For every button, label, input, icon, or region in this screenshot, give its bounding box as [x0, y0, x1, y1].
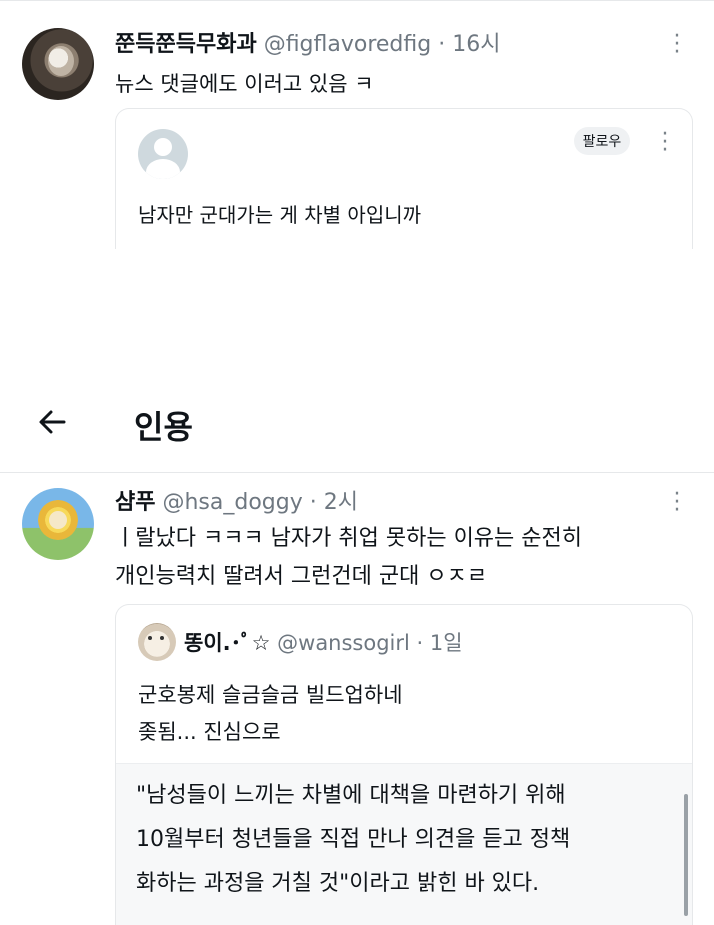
- user-handle[interactable]: @figflavoredfig: [264, 32, 432, 57]
- tweet-text: 뉴스 댓글에도 이러고 있음 ㅋ: [115, 72, 374, 96]
- more-vertical-icon[interactable]: · · ·: [672, 26, 682, 64]
- news-excerpt-image[interactable]: "남성들이 느끼는 차별에 대책을 마련하기 위해 10월부터 청년들을 직접 …: [116, 763, 692, 925]
- avatar[interactable]: [22, 488, 94, 560]
- avatar[interactable]: [22, 28, 94, 100]
- quoted-tweet-text: 군호봉제 슬금슬금 빌드업하네 좆됨... 진심으로: [138, 677, 403, 751]
- tweet-card[interactable]: 쭌득쭌득무화과 @figflavoredfig · 16시 · · · 뉴스 댓글에…: [0, 0, 714, 249]
- display-name[interactable]: 똥이.･ﾟ☆: [184, 631, 270, 655]
- scrollbar[interactable]: [684, 794, 688, 916]
- excerpt-line: 화하는 과정을 거칠 것"이라고 밝힌 바 있다.: [136, 871, 540, 896]
- default-avatar-icon[interactable]: [138, 129, 188, 179]
- more-vertical-icon[interactable]: · · ·: [672, 484, 682, 522]
- tweet-text-line: ㅣ랄났다 ㅋㅋㅋ 남자가 취업 못하는 이유는 순전히: [115, 526, 583, 551]
- quoted-tweet-header: 똥이.･ﾟ☆ @wanssogirl · 1일: [184, 627, 463, 657]
- separator: ·: [416, 631, 424, 655]
- separator: ·: [309, 490, 317, 515]
- timestamp[interactable]: 1일: [430, 631, 463, 655]
- header-divider: [0, 472, 714, 473]
- tweet-header: 샴푸 @hsa_doggy · 2시: [115, 484, 358, 516]
- page-title: 인용: [134, 408, 193, 446]
- quoted-text-line: 군호봉제 슬금슬금 빌드업하네: [138, 683, 403, 707]
- timestamp[interactable]: 16시: [452, 32, 500, 57]
- timestamp[interactable]: 2시: [324, 490, 358, 515]
- tweet-text-line: 개인능력치 딸려서 그런건데 군대 ㅇㅈㄹ: [115, 564, 488, 589]
- fade-overlay: [116, 225, 692, 249]
- embedded-tweet-text: 남자만 군대가는 게 차별 아입니까: [138, 203, 422, 227]
- user-handle[interactable]: @wanssogirl: [277, 631, 410, 655]
- user-handle[interactable]: @hsa_doggy: [162, 490, 302, 515]
- excerpt-line: 10월부터 청년들을 직접 만나 의견을 듣고 정책: [136, 827, 571, 852]
- tweet-header: 쭌득쭌득무화과 @figflavoredfig · 16시: [115, 26, 500, 58]
- tweet-text: ㅣ랄났다 ㅋㅋㅋ 남자가 취업 못하는 이유는 순전히 개인능력치 딸려서 그런…: [115, 520, 582, 596]
- display-name[interactable]: 샴푸: [115, 490, 155, 515]
- follow-button[interactable]: 팔로우: [574, 127, 630, 155]
- quoted-text-line: 좆됨... 진심으로: [138, 720, 281, 744]
- avatar[interactable]: [138, 623, 176, 661]
- display-name[interactable]: 쭌득쭌득무화과: [115, 32, 257, 57]
- dog-face-icon: [49, 511, 67, 529]
- more-vertical-icon[interactable]: · · ·: [660, 124, 670, 162]
- embedded-tweet-card[interactable]: 팔로우 · · · 남자만 군대가는 게 차별 아입니까: [115, 108, 693, 249]
- excerpt-line: "남성들이 느끼는 차별에 대책을 마련하기 위해: [136, 783, 566, 808]
- separator: ·: [438, 32, 446, 57]
- excerpt-text: "남성들이 느끼는 차별에 대책을 마련하기 위해 10월부터 청년들을 직접 …: [136, 774, 570, 906]
- back-arrow-icon[interactable]: [34, 404, 70, 440]
- quoted-tweet-card[interactable]: 똥이.･ﾟ☆ @wanssogirl · 1일 군호봉제 슬금슬금 빌드업하네 …: [115, 604, 693, 925]
